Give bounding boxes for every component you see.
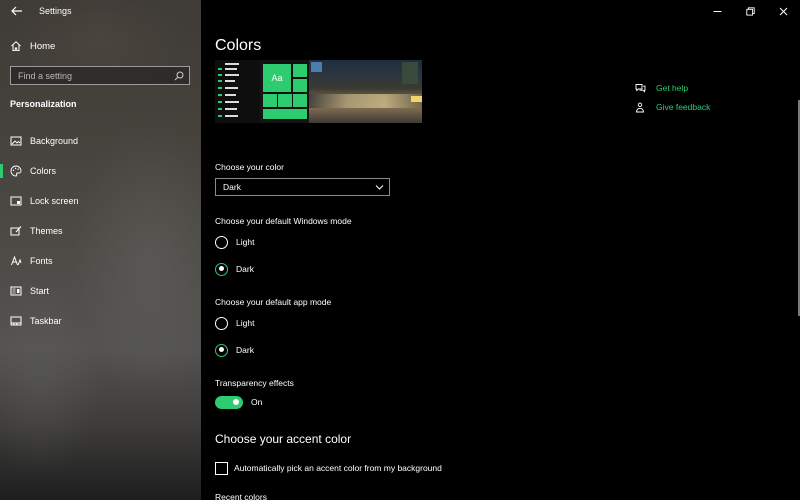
choose-color-dropdown[interactable]: Dark	[215, 178, 390, 196]
maximize-button[interactable]	[734, 0, 767, 22]
give-feedback-link[interactable]: Give feedback	[635, 100, 710, 114]
app-mode-dark-radio[interactable]: Dark	[215, 343, 254, 357]
radio-button[interactable]	[215, 343, 228, 357]
radio-label: Dark	[236, 264, 254, 274]
taskbar-icon	[10, 316, 22, 326]
sidebar-item-home[interactable]: Home	[0, 35, 201, 57]
checkbox-label: Automatically pick an accent color from …	[234, 463, 442, 473]
radio-label: Light	[236, 318, 255, 328]
color-preview-image: Aa	[215, 60, 422, 123]
auto-accent-checkbox-row[interactable]: Automatically pick an accent color from …	[215, 461, 442, 475]
palette-icon	[10, 165, 22, 177]
close-button[interactable]	[767, 0, 800, 22]
minimize-button[interactable]	[701, 0, 734, 22]
main-pane: Colors Aa Choose your color Dark Choose …	[201, 0, 800, 500]
sidebar-item-label: Home	[30, 40, 56, 52]
radio-label: Dark	[236, 345, 254, 355]
dropdown-value: Dark	[223, 182, 241, 192]
home-icon	[11, 41, 21, 51]
search-input[interactable]	[11, 70, 161, 81]
radio-button[interactable]	[215, 316, 228, 330]
windows-mode-label: Choose your default Windows mode	[215, 216, 352, 226]
sidebar-item-label: Taskbar	[30, 316, 62, 326]
windows-mode-dark-radio[interactable]: Dark	[215, 262, 254, 276]
preview-accent-tile: Aa	[263, 64, 291, 92]
window-controls	[701, 0, 800, 22]
give-feedback-label[interactable]: Give feedback	[656, 102, 710, 112]
sidebar-item-label: Colors	[30, 166, 57, 176]
brush-icon	[10, 226, 22, 236]
toggle-state-label: On	[251, 397, 263, 407]
transparency-label: Transparency effects	[215, 378, 294, 388]
section-heading: Personalization	[10, 99, 77, 109]
sidebar-item-start[interactable]: Start	[0, 280, 201, 302]
chevron-down-icon	[375, 185, 384, 190]
sidebar-item-colors[interactable]: Colors	[0, 160, 201, 182]
app-mode-label: Choose your default app mode	[215, 297, 332, 307]
accent-heading: Choose your accent color	[215, 432, 352, 446]
sidebar: Settings Home Personalization Background…	[0, 0, 201, 500]
app-title: Settings	[39, 6, 72, 16]
minimize-icon	[713, 10, 722, 12]
radio-label: Light	[236, 237, 255, 247]
transparency-toggle[interactable]	[215, 395, 243, 409]
get-help-link[interactable]: Get help	[635, 81, 688, 95]
sidebar-item-label: Lock screen	[30, 196, 79, 206]
sidebar-item-background[interactable]: Background	[0, 130, 201, 152]
sidebar-item-lock-screen[interactable]: Lock screen	[0, 190, 201, 212]
radio-button[interactable]	[215, 235, 228, 249]
sidebar-item-fonts[interactable]: Fonts	[0, 250, 201, 272]
chat-help-icon	[635, 83, 646, 93]
search-icon[interactable]	[174, 71, 184, 81]
page-title: Colors	[215, 37, 262, 54]
picture-icon	[10, 136, 22, 146]
radio-button[interactable]	[215, 262, 228, 276]
sidebar-item-label: Themes	[30, 226, 63, 236]
lock-screen-icon	[10, 196, 22, 206]
transparency-toggle-row[interactable]: On	[215, 395, 262, 409]
sidebar-item-label: Start	[30, 286, 50, 296]
get-help-label[interactable]: Get help	[656, 83, 688, 93]
preview-start-menu	[215, 60, 260, 123]
windows-mode-light-radio[interactable]: Light	[215, 235, 254, 249]
sidebar-item-taskbar[interactable]: Taskbar	[0, 310, 201, 332]
auto-accent-checkbox[interactable]	[215, 461, 228, 475]
back-arrow-icon[interactable]	[10, 4, 24, 18]
sidebar-item-label: Fonts	[30, 256, 53, 266]
app-mode-light-radio[interactable]: Light	[215, 316, 254, 330]
recent-colors-label: Recent colors	[215, 492, 267, 500]
sidebar-item-themes[interactable]: Themes	[0, 220, 201, 242]
sidebar-item-label: Background	[30, 136, 79, 146]
font-icon	[11, 255, 22, 266]
close-icon	[779, 7, 788, 15]
start-icon	[10, 286, 22, 296]
restore-icon	[746, 6, 755, 16]
feedback-icon	[636, 102, 644, 112]
search-box[interactable]	[10, 66, 190, 85]
choose-color-label: Choose your color	[215, 162, 284, 172]
